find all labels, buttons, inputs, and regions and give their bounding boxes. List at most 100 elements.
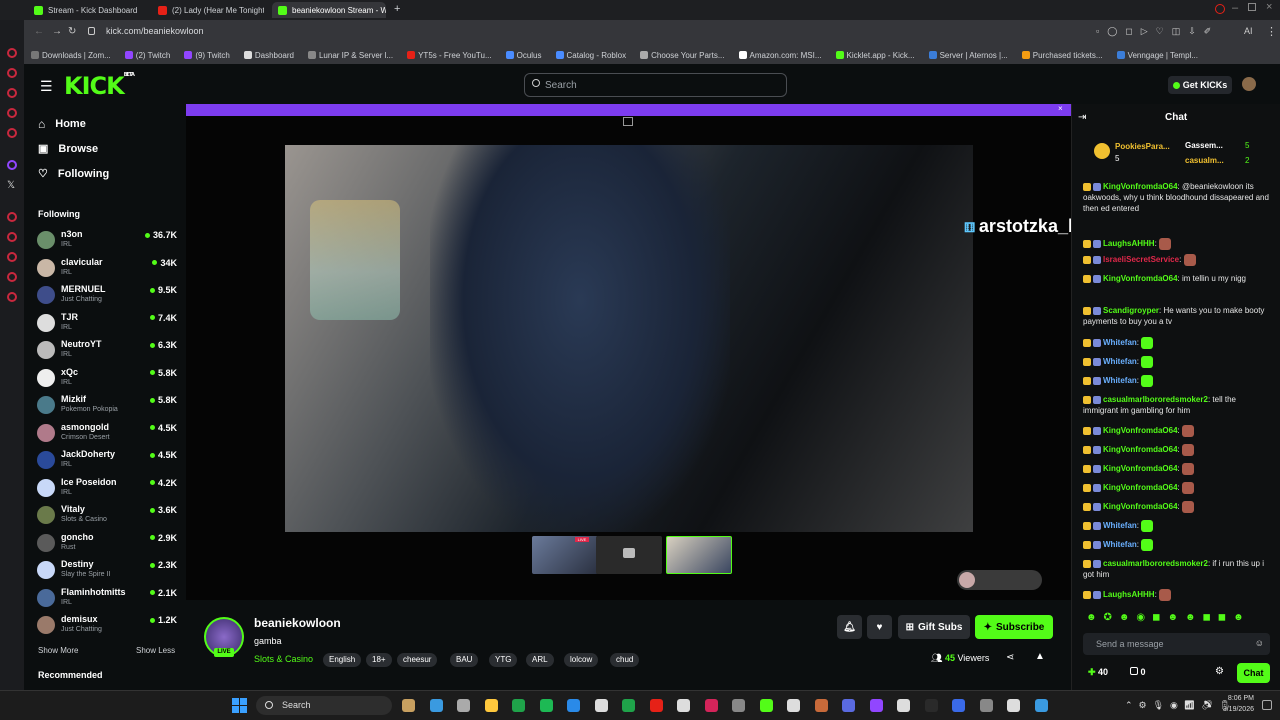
folder-icon[interactable] xyxy=(484,699,498,712)
stream-tag[interactable]: English xyxy=(323,653,362,667)
bookmark-item[interactable]: Downloads | Zom... xyxy=(24,51,118,60)
sidebar-item-browse[interactable]: ▣ Browse xyxy=(38,142,98,156)
app-icon[interactable] xyxy=(924,699,938,712)
scene-thumbnail-2[interactable] xyxy=(596,536,662,574)
send-chat-button[interactable]: Chat xyxy=(1237,663,1270,683)
top-gifter-name[interactable]: PookiesPara... xyxy=(1115,142,1170,151)
taskbar-search[interactable]: Search xyxy=(256,696,392,715)
sidebar-channel-item[interactable]: NeutroYT IRL 6.3K xyxy=(37,338,177,364)
stream-tag[interactable]: YTG xyxy=(489,653,518,667)
gift-subs-button[interactable]: ⊞ Gift Subs xyxy=(898,615,970,639)
chat-username[interactable]: Scandigroyper xyxy=(1103,306,1159,315)
sidebar-channel-item[interactable]: Flaminhotmitts IRL 2.1K xyxy=(37,586,177,612)
sidebar-channel-item[interactable]: Mizkif Pokemon Pokopia 5.8K xyxy=(37,393,177,419)
tab-kick-dashboard[interactable]: Stream - Kick Dashboard xyxy=(28,2,150,18)
bookmark-item[interactable]: (9) Twitch xyxy=(177,51,237,60)
user-avatar[interactable] xyxy=(1242,77,1256,91)
sidebar-channel-item[interactable]: JackDoherty IRL 4.5K xyxy=(37,448,177,474)
bookmark-item[interactable]: (2) Twitch xyxy=(118,51,178,60)
sidebar-channel-item[interactable]: Ice Poseidon IRL 4.2K xyxy=(37,476,177,502)
bookmark-item[interactable]: Amazon.com: MSI... xyxy=(732,51,829,60)
windows-start-icon[interactable] xyxy=(232,698,247,713)
chat-username[interactable]: casualmarlbororedsmoker2 xyxy=(1103,559,1208,568)
game-icon[interactable] xyxy=(622,699,635,712)
emoji-icon[interactable]: ☺ xyxy=(1255,638,1264,648)
tab-beaniekowloon[interactable]: beaniekowloon Stream - W xyxy=(272,2,386,18)
sidebar-channel-item[interactable]: asmongold Crimson Desert 4.5K xyxy=(37,421,177,447)
chat-username[interactable]: KingVonfromdaO64 xyxy=(1103,502,1178,511)
bookmark-item[interactable]: Oculus xyxy=(499,51,549,60)
app-icon[interactable] xyxy=(732,699,745,712)
points-balance[interactable]: 0 xyxy=(1130,667,1146,677)
bookmark-item[interactable]: Purchased tickets... xyxy=(1015,51,1110,60)
back-button[interactable]: ← xyxy=(34,26,44,37)
stream-category[interactable]: Slots & Casino xyxy=(254,654,313,664)
chat-username[interactable]: IsraeliSecretService xyxy=(1103,255,1179,264)
twitch-icon[interactable] xyxy=(7,160,17,170)
chat-username[interactable]: KingVonfromdaO64 xyxy=(1103,426,1178,435)
sidebar-item-home[interactable]: ⌂ Home xyxy=(38,117,86,131)
kick-icon[interactable] xyxy=(759,699,773,712)
notification-bell-button[interactable]: 🔔︎ xyxy=(837,615,862,639)
minimize-button[interactable]: – xyxy=(1232,2,1238,14)
sidebar-channel-item[interactable]: xQc IRL 5.8K xyxy=(37,366,177,392)
sidebar-channel-item[interactable]: n3on IRL 36.7K xyxy=(37,228,177,254)
app-icon[interactable] xyxy=(842,699,855,712)
steam-icon[interactable] xyxy=(594,699,608,712)
chat-username[interactable]: Whitefan xyxy=(1103,376,1137,385)
chrome-icon[interactable] xyxy=(512,699,525,712)
close-banner-icon[interactable]: × xyxy=(1058,104,1063,113)
maximize-button[interactable] xyxy=(1248,3,1256,11)
stream-tag[interactable]: cheesur xyxy=(397,653,438,667)
gifter-3-name[interactable]: casualm... xyxy=(1185,156,1224,165)
sidebar-app-icon[interactable] xyxy=(7,252,17,262)
chat-username[interactable]: Whitefan xyxy=(1103,540,1137,549)
url-field[interactable]: kick.com/beaniekowloon xyxy=(106,26,204,36)
chat-username[interactable]: KingVonfromdaO64 xyxy=(1103,483,1178,492)
sidebar-app-icon[interactable] xyxy=(7,48,17,58)
chat-username[interactable]: casualmarlbororedsmoker2 xyxy=(1103,395,1208,404)
stream-tag[interactable]: ARL xyxy=(526,653,554,667)
photos-icon[interactable] xyxy=(457,699,470,712)
chat-settings-icon[interactable]: ⚙ xyxy=(1215,666,1224,677)
bookmark-item[interactable]: Venngage | Templ... xyxy=(1110,51,1205,60)
x-icon[interactable]: 𝕏 xyxy=(7,180,15,191)
menu-icon[interactable]: ⋮ xyxy=(1266,25,1277,38)
new-tab-button[interactable]: + xyxy=(394,3,400,15)
extension-icons[interactable]: ▫◯◻▷♡◫⇩✐ xyxy=(1096,26,1219,37)
get-kicks-button[interactable]: Get KICKs xyxy=(1168,76,1232,94)
chat-username[interactable]: Whitefan xyxy=(1103,357,1137,366)
clock-time[interactable]: 8:06 PM xyxy=(1222,695,1254,702)
kicks-balance[interactable]: ✚ 40 xyxy=(1088,667,1108,678)
youtube-icon[interactable] xyxy=(649,699,663,712)
popout-icon[interactable] xyxy=(623,117,633,126)
ai-button[interactable]: AI xyxy=(1244,26,1253,36)
stream-tag[interactable]: 18+ xyxy=(366,653,392,667)
reload-button[interactable]: ↻ xyxy=(68,26,76,37)
sidebar-app-icon[interactable] xyxy=(7,272,17,282)
emote-bar[interactable]: ☻✪☻◉◼☻☻◼◼☻ xyxy=(1086,612,1266,624)
tiktok-icon[interactable] xyxy=(1007,699,1020,712)
sidebar-app-icon[interactable] xyxy=(7,108,17,118)
show-less-button[interactable]: Show Less xyxy=(136,646,175,655)
site-info-icon[interactable] xyxy=(88,27,95,35)
search-input[interactable]: Search xyxy=(524,73,787,97)
hamburger-menu-icon[interactable]: ☰ xyxy=(40,78,53,95)
spotify-icon[interactable] xyxy=(539,699,553,712)
sidebar-channel-item[interactable]: clavicular IRL 34K xyxy=(37,256,177,282)
chat-input[interactable]: Send a message ☺ xyxy=(1083,633,1270,655)
streamer-name[interactable]: beaniekowloon xyxy=(254,616,341,630)
bookmark-item[interactable]: Lunar IP & Server l... xyxy=(301,51,400,60)
twitch-icon[interactable] xyxy=(869,699,883,712)
bookmark-item[interactable]: Kicklet.app - Kick... xyxy=(829,51,922,60)
sidebar-app-icon[interactable] xyxy=(7,232,17,242)
subscribe-button[interactable]: ✦ Subscribe xyxy=(975,615,1053,639)
gifter-2-name[interactable]: Gassem... xyxy=(1185,141,1223,150)
sidebar-app-icon[interactable] xyxy=(7,212,17,222)
app-icon[interactable] xyxy=(979,699,993,712)
sidebar-item-following[interactable]: ♡ Following xyxy=(38,167,109,181)
chat-username[interactable]: Whitefan xyxy=(1103,521,1137,530)
sidebar-channel-item[interactable]: MERNUEL Just Chatting 9.5K xyxy=(37,283,177,309)
scene-thumbnail-3[interactable] xyxy=(666,536,732,574)
notifications-icon[interactable] xyxy=(1262,700,1272,710)
